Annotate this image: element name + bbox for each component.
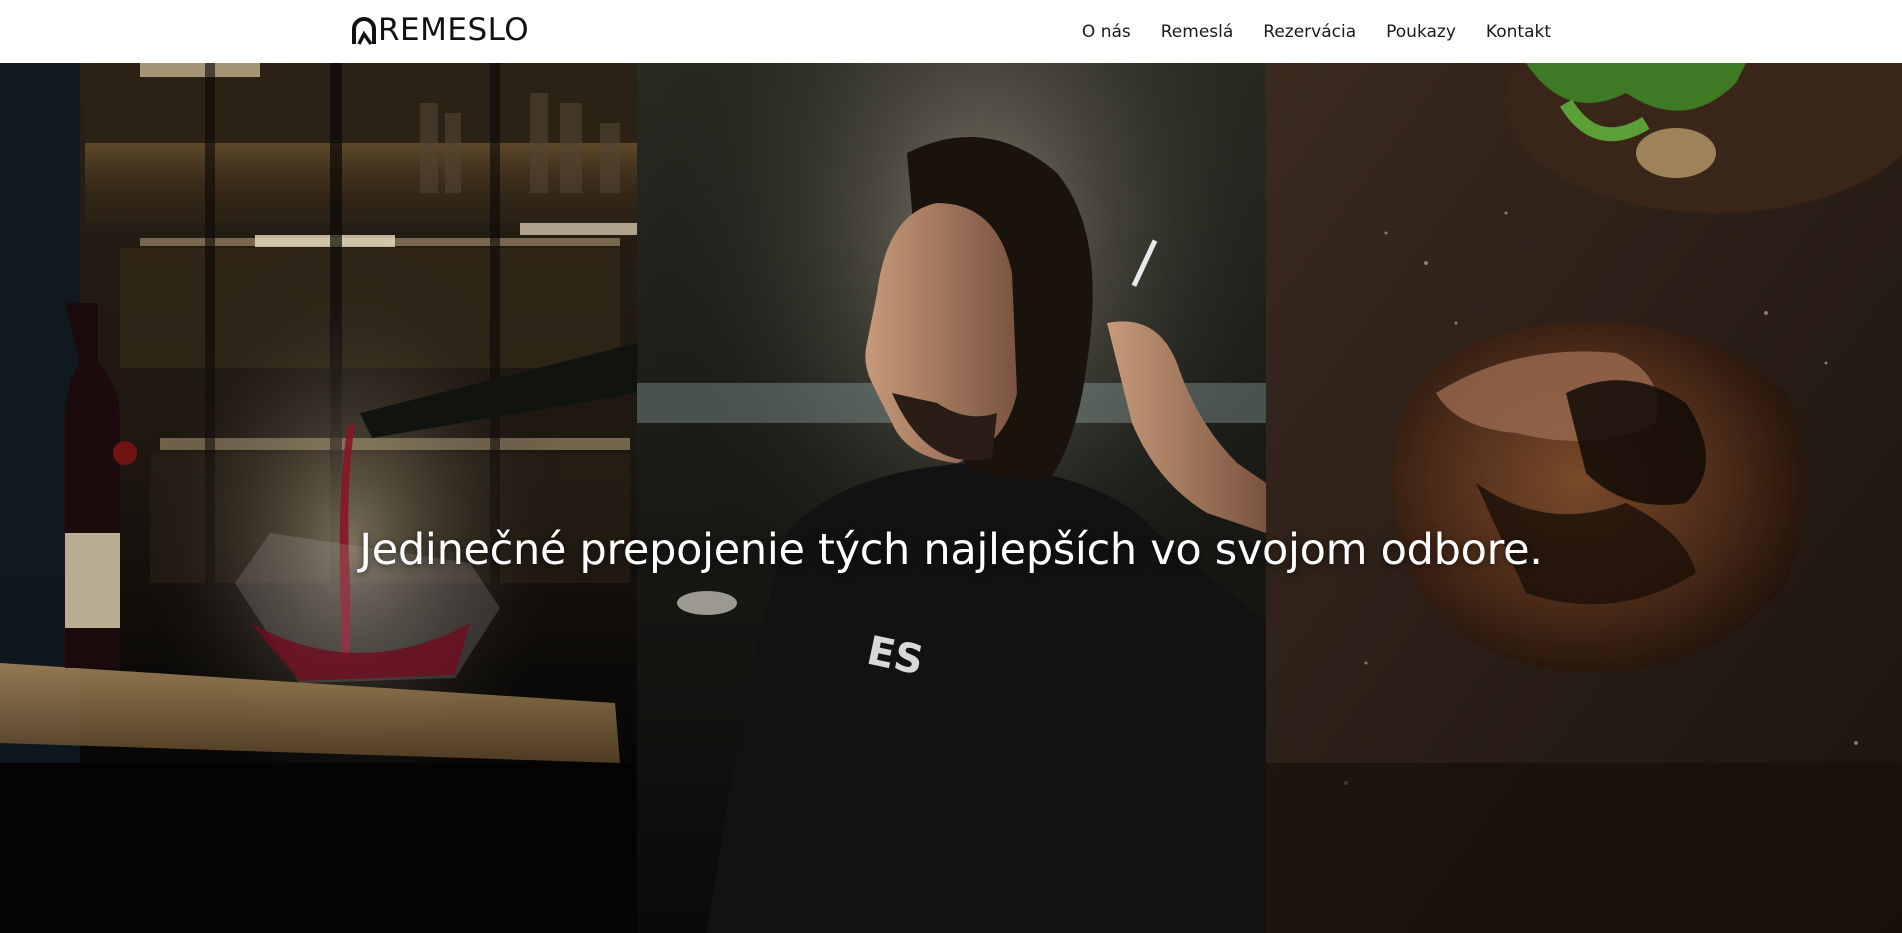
nav-link-remesla[interactable]: Remeslá xyxy=(1161,22,1234,42)
site-header: REMESLO O nás Remeslá Rezervácia Poukazy… xyxy=(0,0,1902,63)
nav-link-kontakt[interactable]: Kontakt xyxy=(1486,22,1551,42)
hero-headline: Jedinečné prepojenie tých najlepších vo … xyxy=(359,524,1543,575)
hero-image-barber: ES xyxy=(637,63,1266,933)
logo-icon xyxy=(352,16,376,45)
main-nav: O nás Remeslá Rezervácia Poukazy Kontakt xyxy=(1082,0,1551,63)
nav-link-o-nas[interactable]: O nás xyxy=(1082,22,1131,42)
nav-link-poukazy[interactable]: Poukazy xyxy=(1386,22,1456,42)
hero-image-wine xyxy=(0,63,637,933)
logo-text: REMESLO xyxy=(378,12,530,48)
hero-section: ES Jedinečné prepojenie tých najlepších … xyxy=(0,63,1902,933)
hero-image-food xyxy=(1266,63,1902,933)
logo-link[interactable]: REMESLO xyxy=(351,13,529,47)
nav-link-rezervacia[interactable]: Rezervácia xyxy=(1263,22,1356,42)
